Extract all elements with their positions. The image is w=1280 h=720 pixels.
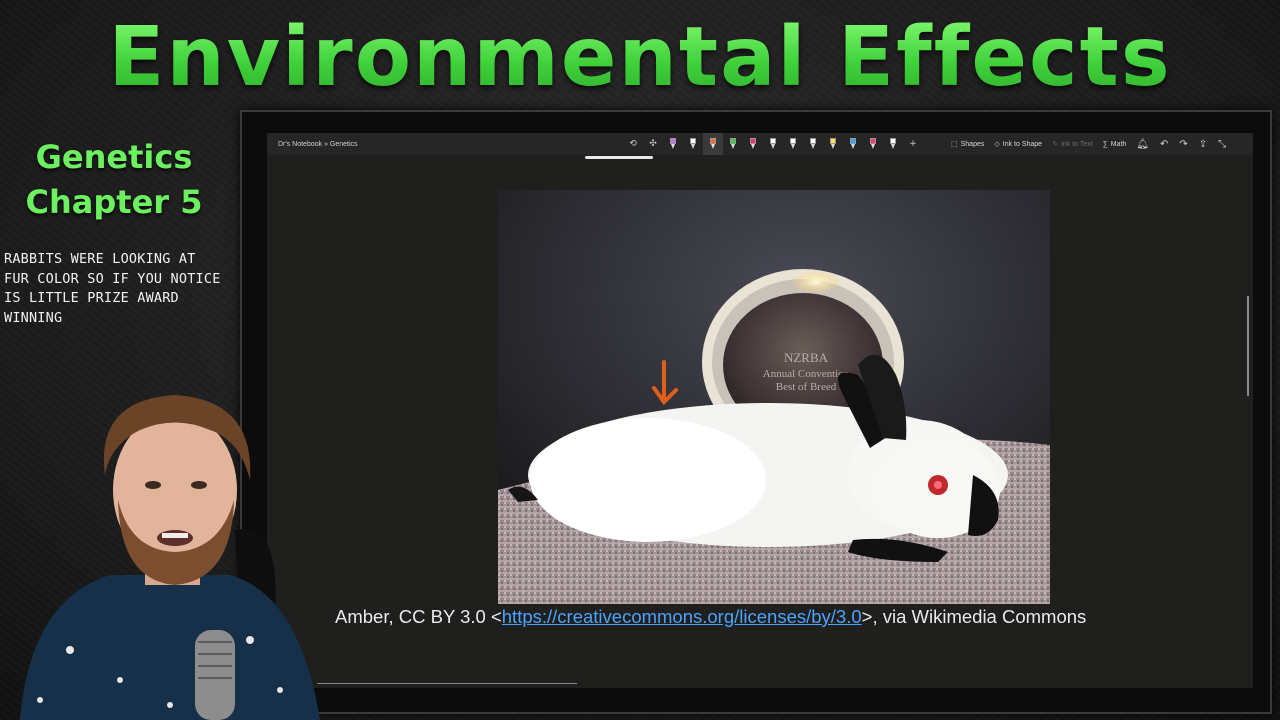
pen-tool[interactable] [683, 133, 703, 155]
pen-icon [890, 138, 896, 150]
plaque-line2: Annual Convention [763, 368, 850, 380]
ink-to-text-label: Ink to Text [1060, 140, 1093, 148]
rabbit-photo-svg: NZRBA Annual Convention Best of Breed [498, 190, 1050, 604]
collapse-icon[interactable]: ⤡ [1218, 139, 1226, 150]
lasso-icon[interactable]: ⟲ [623, 133, 643, 155]
math-label: Math [1110, 140, 1127, 148]
ink-to-shape-label: Ink to Shape [1002, 140, 1043, 148]
pen-tool[interactable] [723, 133, 743, 155]
image-caption: Amber, CC BY 3.0 <https://creativecommon… [335, 606, 1235, 628]
pen-tool[interactable] [803, 133, 823, 155]
note-line: Rabbits were looking at [4, 251, 196, 267]
video-title: Environmental Effects [0, 8, 1280, 108]
math-icon: ∑ [1102, 140, 1108, 148]
pen-tool[interactable] [763, 133, 783, 155]
bell-icon[interactable]: 🔔︎ [1136, 139, 1149, 150]
pen-icon [690, 138, 696, 150]
pen-tool-selected[interactable] [703, 133, 723, 155]
horizontal-scrollbar[interactable] [317, 683, 577, 684]
chapter-title: Chapter 5 [25, 183, 203, 221]
caption-suffix: >, via Wikimedia Commons [861, 606, 1087, 627]
note-line: winning [4, 309, 63, 326]
add-space-icon[interactable]: ✣ [643, 133, 663, 155]
pen-icon [710, 138, 716, 150]
draw-toolbar: Dr's Notebook » Genetics ⟲ ✣ + ⬚ Shapes ◇… [267, 133, 1253, 155]
rabbit-photo[interactable]: NZRBA Annual Convention Best of Breed [498, 190, 1050, 604]
pen-icon [850, 138, 856, 150]
pen-tool[interactable] [783, 133, 803, 155]
pen-tool[interactable] [883, 133, 903, 155]
shapes-label: Shapes [960, 140, 985, 148]
subject-title: Genetics [35, 138, 193, 176]
pen-icon [730, 138, 736, 150]
redo-icon[interactable]: ↷ [1179, 139, 1187, 150]
pen-icon [790, 138, 796, 150]
pen-icon [770, 138, 776, 150]
pen-icon [750, 138, 756, 150]
share-icon[interactable]: ⇪ [1199, 139, 1207, 150]
onenote-window: Dr's Notebook » Genetics ⟲ ✣ + ⬚ Shapes ◇… [267, 133, 1253, 688]
presenter-webcam [20, 395, 320, 720]
pen-tool[interactable] [663, 133, 683, 155]
webcam-overlay [0, 380, 330, 720]
pen-tool[interactable] [823, 133, 843, 155]
undo-icon[interactable]: ↶ [1160, 139, 1168, 150]
shapes-button[interactable]: ⬚ Shapes [951, 140, 985, 149]
right-toolbar: ⬚ Shapes ◇ Ink to Shape ✎ Ink to Text ∑ Math… [951, 133, 1237, 155]
pen-tool[interactable] [743, 133, 763, 155]
ink-to-text-icon: ✎ [1052, 141, 1058, 148]
note-line: fur color so if you notice [4, 270, 221, 287]
caption-prefix: Amber, CC BY 3.0 < [335, 606, 502, 627]
plaque-line1: NZRBA [784, 350, 829, 365]
pen-icon [870, 138, 876, 150]
shapes-icon: ⬚ [951, 141, 958, 148]
ink-to-shape-button[interactable]: ◇ Ink to Shape [994, 140, 1043, 149]
breadcrumb[interactable]: Dr's Notebook » Genetics [278, 141, 358, 148]
pen-tools: ⟲ ✣ + [623, 133, 923, 155]
math-button[interactable]: ∑ Math [1103, 141, 1127, 148]
plaque-line3: Best of Breed [776, 381, 837, 393]
vertical-scrollbar[interactable] [1247, 296, 1249, 396]
pen-icon [670, 138, 676, 150]
pen-icon [810, 138, 816, 150]
handwritten-notes: Rabbits were looking at fur color so if … [4, 250, 236, 328]
license-link[interactable]: https://creativecommons.org/licenses/by/… [502, 606, 862, 627]
pen-tool[interactable] [863, 133, 883, 155]
ink-to-shape-icon: ◇ [994, 141, 1000, 148]
ink-to-text-button[interactable]: ✎ Ink to Text [1052, 140, 1093, 149]
add-pen-icon[interactable]: + [903, 133, 923, 155]
pen-icon [830, 138, 836, 150]
ink-stroke [585, 156, 653, 159]
note-line: is little prize award [4, 290, 179, 306]
pen-tool[interactable] [843, 133, 863, 155]
